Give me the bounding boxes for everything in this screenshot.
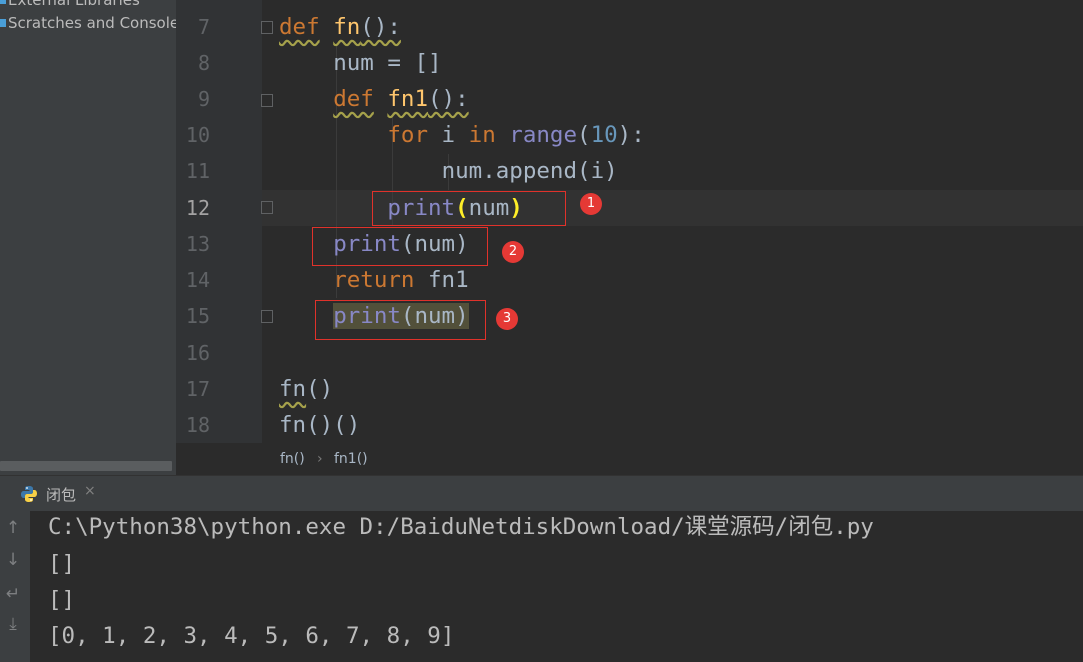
scroll-to-end-icon[interactable]: ⤓	[2, 613, 24, 635]
code-punct: ()	[306, 376, 334, 402]
code-line-10[interactable]: for i in range(10):	[279, 117, 645, 153]
run-toolbar: ↑ ↓ ↵ ⤓	[0, 511, 30, 662]
keyword: def	[279, 14, 320, 40]
annotation-box-3	[315, 300, 486, 340]
soft-wrap-icon[interactable]: ↵	[2, 583, 24, 605]
tree-item-label: External Libraries	[8, 0, 140, 9]
code-line-11[interactable]: num.append(i)	[279, 153, 618, 189]
arrow-down-icon[interactable]: ↓	[2, 549, 24, 571]
line-number: 17	[185, 377, 210, 401]
annotation-badge-3: 3	[496, 308, 518, 330]
code-punct: ):	[617, 122, 645, 148]
code-line-7[interactable]: def fn():	[279, 9, 401, 45]
number-literal: 10	[590, 122, 618, 148]
line-number: 9	[197, 87, 210, 111]
fold-marker-icon[interactable]	[261, 201, 273, 214]
code-line-17[interactable]: fn()	[279, 371, 333, 407]
code-text: fn1	[414, 267, 469, 293]
fold-marker-icon[interactable]	[261, 94, 273, 107]
arrow-up-icon[interactable]: ↑	[2, 517, 24, 539]
line-number: 8	[197, 51, 210, 75]
line-number: 11	[185, 159, 210, 183]
keyword: in	[468, 122, 496, 148]
console-line: [0, 1, 2, 3, 4, 5, 6, 7, 8, 9]	[48, 623, 455, 649]
line-number: 16	[185, 341, 210, 365]
code-text: num = []	[333, 50, 442, 76]
tree-item-scratches-and-consoles[interactable]: Scratches and Consoles	[0, 14, 176, 32]
line-number-current: 12	[185, 196, 210, 220]
line-number: 18	[185, 413, 210, 437]
project-panel: External Libraries Scratches and Console…	[0, 0, 176, 475]
code-editor[interactable]: 7 8 9 10 11 12 13 14 15 16 17 18 def fn(…	[176, 0, 1083, 443]
console-line: []	[48, 551, 76, 577]
line-number: 13	[185, 232, 210, 256]
breadcrumb-item-fn[interactable]: fn()	[280, 451, 305, 467]
fold-marker-icon[interactable]	[261, 310, 273, 323]
code-line-18[interactable]: fn()()	[279, 407, 360, 443]
annotation-box-1	[372, 191, 566, 226]
function-call: fn	[279, 376, 307, 402]
builtin-name: range	[509, 122, 578, 148]
breadcrumb: fn() › fn1()	[176, 443, 1083, 475]
line-number: 7	[197, 15, 210, 39]
function-name: fn1	[387, 86, 429, 112]
horizontal-scrollbar[interactable]	[0, 461, 172, 471]
code-text: num.append(i)	[441, 158, 618, 184]
annotation-badge-2: 2	[502, 241, 524, 263]
annotation-box-2	[312, 227, 488, 266]
run-tool-window-header: 闭包 ×	[0, 475, 1083, 511]
annotation-badge-1: 1	[580, 193, 602, 215]
code-punct: (	[577, 122, 591, 148]
close-icon[interactable]: ×	[84, 483, 96, 499]
tree-item-label: Scratches and Consoles	[8, 14, 176, 32]
code-line-14[interactable]: return fn1	[279, 262, 469, 298]
scratches-icon	[0, 18, 6, 27]
console-line: C:\Python38\python.exe D:/BaiduNetdiskDo…	[48, 514, 874, 540]
code-text: i	[428, 122, 469, 148]
breadcrumb-separator-icon: ›	[317, 451, 323, 467]
line-number-gutter: 7 8 9 10 11 12 13 14 15 16 17 18	[176, 0, 262, 443]
python-icon	[21, 486, 37, 502]
console-line: []	[48, 587, 76, 613]
function-name: fn	[333, 14, 361, 40]
code-punct: ():	[428, 86, 469, 112]
breadcrumb-item-fn1[interactable]: fn1()	[334, 451, 368, 467]
line-number: 14	[185, 268, 210, 292]
keyword: def	[333, 86, 374, 112]
keyword: return	[333, 267, 415, 293]
run-tab-label: 闭包	[46, 486, 77, 504]
line-number: 10	[185, 123, 210, 147]
keyword: for	[387, 122, 429, 148]
console-output[interactable]: C:\Python38\python.exe D:/BaiduNetdiskDo…	[30, 511, 1083, 662]
tree-item-external-libraries[interactable]: External Libraries	[0, 0, 140, 9]
code-line-9[interactable]: def fn1():	[279, 81, 469, 117]
code-line-8[interactable]: num = []	[279, 45, 442, 81]
library-icon	[0, 0, 6, 4]
line-number: 15	[185, 304, 210, 328]
code-text: fn()()	[279, 412, 361, 438]
fold-marker-icon[interactable]	[261, 21, 273, 34]
code-punct: ():	[360, 14, 401, 40]
